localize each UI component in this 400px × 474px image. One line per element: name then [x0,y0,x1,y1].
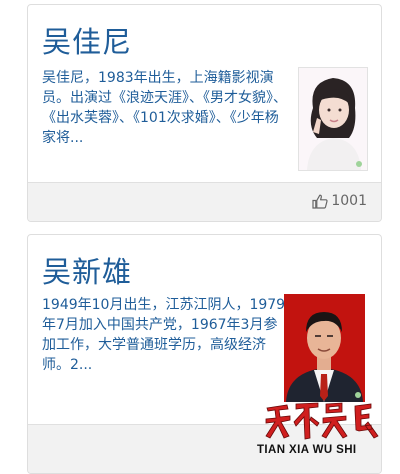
site-watermark-logo: TIAN XIA WU SHI [255,398,385,464]
card-footer: 1001 [28,182,381,221]
like-count: 1001 [331,193,367,209]
card-description: 吴佳尼，1983年出生，上海籍影视演员。出演过《浪迹天涯》、《男才女貌》、《出水… [42,70,287,146]
person-card[interactable]: 吴佳尼 吴佳尼，1983年出生，上海籍影视演员。出演过《浪迹天涯》、《男才女貌》… [27,4,382,222]
card-title[interactable]: 吴新雄 [42,249,132,291]
portrait-image[interactable] [298,67,368,171]
card-description: 1949年10月出生，江苏江阴人，1979年7月加入中国共产党，1967年3月参… [42,297,286,373]
like-button[interactable]: 1001 [312,193,367,209]
thumbs-up-icon [312,194,328,209]
portrait-image[interactable] [284,294,365,402]
watermark-roman: TIAN XIA WU SHI [257,444,357,456]
card-title[interactable]: 吴佳尼 [42,19,132,61]
